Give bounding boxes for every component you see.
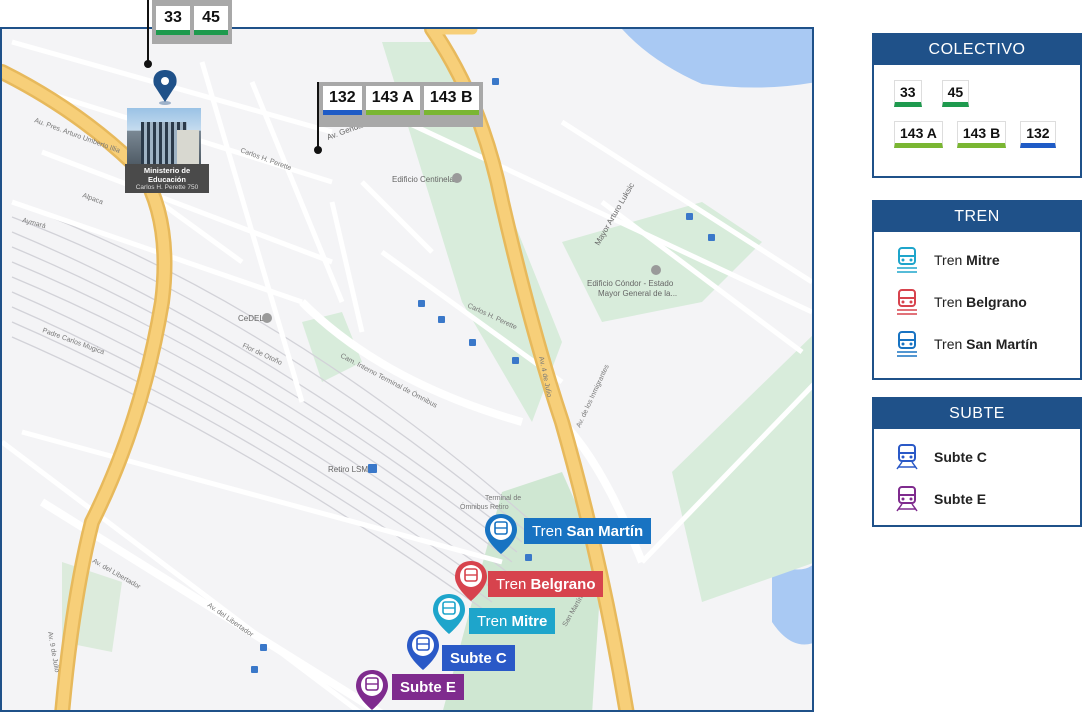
legend-item-tren-mitre: Tren Mitre [874,239,1080,281]
subway-icon [896,444,918,470]
callout-leader-dot [314,146,322,154]
callout-leader-line [147,0,149,64]
street-label: Flor de Otoño [241,342,283,366]
train-pin-icon [485,514,517,554]
ministry-name: Ministerio de Educación [143,166,191,184]
street-label: Av. de los Inmigrantes [575,363,611,429]
train-icon [897,289,917,315]
legend-bus-row: 143 A 143 B 132 [874,107,1080,148]
callout-leader-dot [144,60,152,68]
legend-item-subte-e: Subte E [874,478,1080,520]
place-label: Edificio Centinela [392,175,454,184]
train-icon [897,331,917,357]
poi-icon [452,173,462,183]
legend-colectivo: COLECTIVO 33 45 143 A 143 B 132 [872,33,1082,178]
bus-route-chip: 143 A [894,121,943,148]
ministry-address: Carlos H. Perette 750 [135,184,199,191]
legend-subte: SUBTE Subte C Subte E [872,397,1082,527]
bus-route-chip: 132 [1020,121,1056,148]
ministry-marker[interactable]: Ministerio de Educación Carlos H. Perett… [125,108,209,193]
subway-pin-icon [356,670,388,710]
legend-bus-row: 33 45 [874,65,1080,107]
river-water [622,29,812,88]
green-area [672,335,812,602]
legend-title: COLECTIVO [874,35,1080,65]
bus-route-chip: 33 [894,80,922,107]
street-label: Aymará [21,217,46,230]
bus-routes-callout-mid: 132 143 A 143 B [319,82,483,127]
bus-route-chip: 143 B [956,121,1007,148]
ministry-building-photo [127,108,201,164]
ministry-label: Ministerio de Educación Carlos H. Perett… [125,164,209,193]
street-label: Av. 9 de Julio [46,631,60,673]
map-canvas[interactable]: Av. Gendarmería Nacional Edificio Centin… [2,29,814,712]
street-label: Padre Carlos Mugica [41,327,105,356]
poi-icon [262,313,272,323]
legend-item-subte-c: Subte C [874,436,1080,478]
transit-icon [368,464,377,473]
bus-route-chip: 45 [941,80,970,107]
legend-item-tren-belgrano: Tren Belgrano [874,281,1080,323]
legend-item-tren-san-martin: Tren San Martín [874,323,1080,365]
bus-route-chip: 143 A [365,86,420,115]
bus-route-chip: 45 [194,6,228,35]
station-label: Tren Mitre [469,608,556,634]
train-icon [897,247,917,273]
street-label: Alpaca [81,192,104,206]
place-label: Mayor General de la... [598,289,677,298]
poi-icon [651,265,661,275]
place-label: Terminal de [485,495,521,502]
station-label: Tren Belgrano [488,571,604,597]
station-label: Subte E [392,674,464,700]
legend-title: SUBTE [874,399,1080,429]
map-view[interactable]: Av. Gendarmería Nacional Edificio Centin… [0,27,814,712]
bus-route-chip: 132 [323,86,362,115]
bus-route-chip: 33 [156,6,190,35]
subway-icon [896,486,918,512]
legend-tren: TREN Tren Mitre Tren Belgrano Tren San M… [872,200,1082,380]
street-label: Av. del Libertador [206,602,255,639]
bus-routes-callout-top: 33 45 [152,0,232,44]
place-label: Edificio Cóndor - Estado [587,279,674,288]
place-label: CeDEL [238,314,264,323]
place-label: Retiro LSM [328,465,368,474]
bus-route-chip: 143 B [423,86,479,115]
station-label: Subte C [442,645,515,671]
station-label: Tren San Martín [524,518,652,544]
place-label: Ómnibus Retiro [460,502,509,511]
subway-pin-icon [407,630,439,670]
legend-title: TREN [874,202,1080,232]
green-area [562,202,762,322]
location-pin-icon [153,70,177,105]
